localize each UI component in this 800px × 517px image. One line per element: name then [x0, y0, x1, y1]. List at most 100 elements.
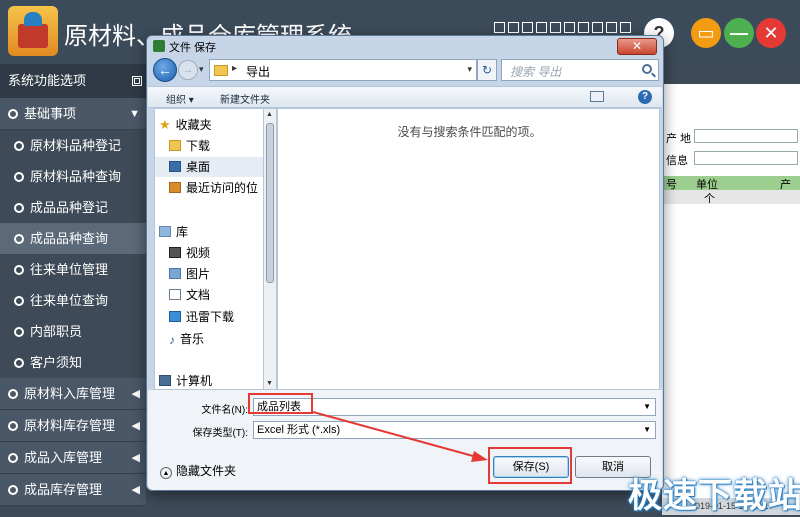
circle-icon	[14, 234, 24, 244]
nav-scrollbar[interactable]: ▲ ▼	[263, 108, 277, 390]
circle-icon	[14, 203, 24, 213]
circle-icon	[14, 358, 24, 368]
chevron-up-icon: ▲	[160, 467, 172, 479]
info-label: 信息	[666, 155, 688, 167]
nav-xunlei[interactable]: 迅雷下载	[169, 307, 269, 327]
save-dialog: 文件 保存 ✕ ← → ▾ ▸ 导出 ▾ ↻ 搜索 导出 组织 ▾ 新建文件夹 …	[146, 35, 664, 491]
nav-music[interactable]: ♪ 音乐	[169, 329, 269, 349]
collapse-arrow-icon: ◀	[131, 452, 140, 464]
scroll-up-icon[interactable]: ▲	[266, 111, 273, 118]
sidebar-item-material-query[interactable]: 原材料品种查询	[0, 161, 146, 192]
sidebar: 系统功能选项 基础事项 ▼ 原材料品种登记 原材料品种查询 成品品种登记 成品品种…	[0, 64, 146, 515]
gear-icon	[8, 109, 18, 119]
nav-desktop[interactable]: 桌面	[155, 157, 269, 177]
navigation-row: ← → ▾ ▸ 导出 ▾ ↻ 搜索 导出	[153, 58, 659, 84]
chevron-down-icon[interactable]: ▼	[643, 422, 651, 438]
sidebar-item-product-register[interactable]: 成品品种登记	[0, 192, 146, 223]
folder-icon	[214, 65, 228, 76]
bank-icon	[8, 485, 18, 495]
table-row[interactable]: 个	[662, 190, 800, 205]
sidebar-section-product-in[interactable]: 成品入库管理 ◀	[0, 442, 146, 474]
scroll-thumb[interactable]	[266, 123, 274, 283]
circle-icon	[14, 327, 24, 337]
back-button[interactable]: ←	[153, 58, 177, 82]
empty-message: 没有与搜索条件匹配的项。	[397, 125, 542, 139]
video-icon	[169, 247, 181, 258]
origin-input[interactable]	[694, 129, 798, 143]
chevron-down-icon[interactable]: ▼	[643, 399, 651, 415]
dialog-titlebar[interactable]: 文件 保存 ✕	[147, 36, 663, 56]
nav-documents[interactable]: 文档	[169, 285, 269, 305]
collapse-arrow-icon: ◀	[131, 388, 140, 400]
sidebar-item-partner-manage[interactable]: 往来单位管理	[0, 254, 146, 285]
sidebar-section-material-in[interactable]: 原材料入库管理 ◀	[0, 378, 146, 410]
save-highlight	[488, 447, 572, 484]
skin-swatches[interactable]	[494, 22, 631, 33]
desktop-icon	[169, 161, 181, 172]
sidebar-item-material-register[interactable]: 原材料品种登记	[0, 130, 146, 161]
nav-pictures[interactable]: 图片	[169, 264, 269, 284]
music-icon: ♪	[169, 333, 175, 347]
nav-computer[interactable]: 计算机	[159, 371, 267, 389]
search-input[interactable]: 搜索 导出	[501, 59, 659, 81]
nav-videos[interactable]: 视频	[169, 243, 269, 263]
forward-button[interactable]: →	[178, 60, 198, 80]
folder-icon	[169, 140, 181, 151]
nav-recent[interactable]: 最近访问的位	[169, 178, 269, 198]
collapse-arrow-icon: ◀	[131, 420, 140, 432]
organize-menu[interactable]: 组织 ▾	[166, 91, 194, 106]
scroll-down-icon[interactable]: ▼	[266, 380, 273, 387]
box-icon	[8, 421, 18, 431]
filename-input[interactable]: 成品列表 ▼	[253, 398, 656, 416]
history-dropdown-icon[interactable]: ▾	[199, 64, 204, 75]
download-icon	[169, 311, 181, 322]
file-list-pane[interactable]: 没有与搜索条件匹配的项。	[277, 108, 660, 390]
breadcrumb-separator-icon[interactable]: ▸	[232, 63, 237, 74]
computer-icon	[159, 375, 171, 386]
filetype-value: Excel 形式 (*.xls)	[257, 424, 341, 436]
sidebar-item-staff[interactable]: 内部职员	[0, 316, 146, 347]
address-bar[interactable]: ▸ 导出 ▾	[209, 59, 477, 81]
picture-icon	[169, 268, 181, 279]
sidebar-item-product-query[interactable]: 成品品种查询	[0, 223, 146, 254]
collapse-arrow-icon: ◀	[131, 484, 140, 496]
app-icon	[153, 40, 165, 52]
minimize-button[interactable]: —	[724, 18, 754, 48]
monitor-icon[interactable]: ▭	[691, 18, 721, 48]
address-dropdown-icon[interactable]: ▾	[467, 64, 472, 75]
search-icon[interactable]	[642, 64, 652, 74]
view-options-icon[interactable]	[590, 91, 604, 102]
hide-folders-toggle[interactable]: ▲ 隐藏文件夹	[160, 462, 236, 479]
row-unit: 个	[704, 193, 715, 205]
nav-libraries[interactable]: 库	[159, 222, 267, 242]
grid-icon[interactable]	[132, 76, 142, 86]
watermark-logo: 极速下载站	[628, 476, 800, 516]
sidebar-title: 系统功能选项	[0, 64, 146, 98]
expand-arrow-icon: ▼	[129, 108, 140, 120]
circle-icon	[14, 172, 24, 182]
close-app-button[interactable]: ✕	[756, 18, 786, 48]
breadcrumb[interactable]: 导出	[246, 63, 270, 80]
origin-label: 产 地	[666, 133, 692, 145]
info-input[interactable]	[694, 151, 798, 165]
search-placeholder: 搜索 导出	[510, 65, 562, 79]
library-icon	[159, 226, 171, 237]
nav-favorites[interactable]: ★ 收藏夹	[159, 115, 267, 135]
circle-icon	[14, 265, 24, 275]
filename-highlight	[248, 393, 313, 414]
nav-downloads[interactable]: 下载	[169, 136, 269, 156]
new-folder-button[interactable]: 新建文件夹	[220, 91, 270, 106]
file-form: 文件名(N): 成品列表 ▼ 保存类型(T): Excel 形式 (*.xls)…	[148, 390, 662, 450]
dialog-footer: ▲ 隐藏文件夹 保存(S) 取消	[148, 450, 662, 490]
sidebar-item-customer-notes[interactable]: 客户须知	[0, 347, 146, 378]
dialog-toolbar: 组织 ▾ 新建文件夹 ?	[148, 86, 662, 108]
refresh-button[interactable]: ↻	[477, 59, 497, 81]
sidebar-item-partner-query[interactable]: 往来单位查询	[0, 285, 146, 316]
dialog-close-button[interactable]: ✕	[617, 38, 657, 55]
sidebar-section-material-stock[interactable]: 原材料库存管理 ◀	[0, 410, 146, 442]
filetype-select[interactable]: Excel 形式 (*.xls) ▼	[253, 421, 656, 439]
sidebar-section-basics[interactable]: 基础事项 ▼	[0, 98, 146, 130]
sidebar-section-product-stock[interactable]: 成品库存管理 ◀	[0, 474, 146, 506]
circle-icon	[14, 141, 24, 151]
help-icon[interactable]: ?	[638, 90, 652, 104]
